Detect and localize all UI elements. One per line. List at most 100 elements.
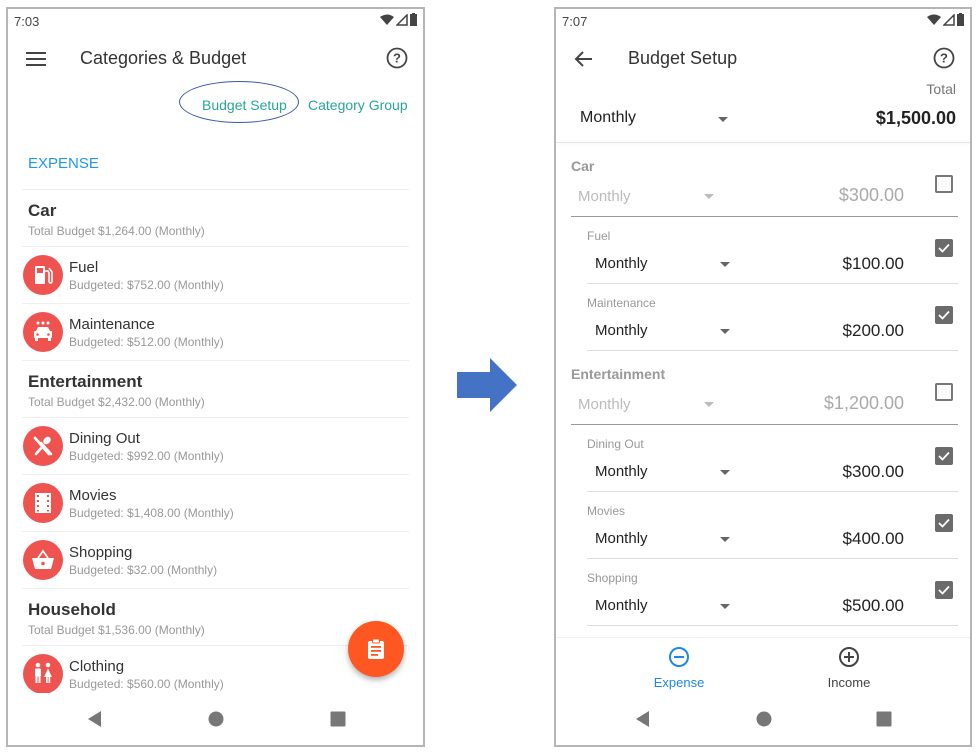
dropdown-arrow-icon[interactable] [704, 194, 714, 199]
item-checkbox[interactable] [935, 447, 953, 465]
group-period-select[interactable]: Monthly [578, 396, 631, 413]
check-icon [938, 585, 950, 595]
tab-expense[interactable]: Expense [634, 646, 724, 690]
category-row-shopping[interactable]: Shopping Budgeted: $32.00 (Monthly) [22, 531, 409, 588]
budget-group-car: Car Monthly $300.00 [556, 143, 970, 217]
status-bar: 7:07 [556, 9, 970, 35]
group-amount-input[interactable]: $1,200.00 [824, 393, 904, 414]
back-nav-icon[interactable] [635, 711, 651, 727]
dropdown-arrow-icon[interactable] [720, 470, 730, 475]
dropdown-arrow-icon[interactable] [718, 117, 728, 122]
add-budget-fab[interactable] [348, 621, 404, 677]
budget-item-shopping: Shopping Monthly $500.00 [556, 559, 970, 626]
categories-budget-screen: 7:03 Categories & Budget ? Budget Setup … [6, 7, 425, 747]
header-links: Budget Setup Category Group [8, 81, 423, 133]
group-amount-input[interactable]: $300.00 [839, 185, 904, 206]
item-checkbox[interactable] [935, 514, 953, 532]
item-amount-input[interactable]: $500.00 [843, 596, 904, 616]
svg-text:?: ? [940, 51, 948, 66]
category-budget: Budgeted: $560.00 (Monthly) [69, 676, 224, 691]
back-nav-icon[interactable] [87, 711, 103, 727]
utensils-icon [23, 426, 63, 466]
dropdown-arrow-icon[interactable] [720, 329, 730, 334]
dropdown-arrow-icon[interactable] [720, 604, 730, 609]
category-name: Clothing [69, 657, 125, 675]
item-period-select[interactable]: Monthly [595, 322, 648, 339]
status-bar: 7:03 [8, 9, 423, 35]
category-row-dining-out[interactable]: Dining Out Budgeted: $992.00 (Monthly) [22, 417, 409, 474]
category-name: Fuel [69, 258, 99, 276]
item-name: Maintenance [587, 296, 656, 310]
group-name: Entertainment [571, 366, 666, 382]
minus-circle-icon [669, 647, 689, 667]
budget-setup-link[interactable]: Budget Setup [202, 97, 287, 113]
recents-nav-icon[interactable] [876, 711, 892, 727]
film-icon [23, 483, 63, 523]
home-nav-icon[interactable] [756, 711, 772, 727]
period-select[interactable]: Monthly [580, 109, 636, 127]
check-icon [938, 243, 950, 253]
category-budget: Budgeted: $512.00 (Monthly) [69, 334, 224, 349]
item-checkbox[interactable] [935, 239, 953, 257]
signal-icon [396, 13, 408, 26]
people-icon [23, 654, 63, 694]
dropdown-arrow-icon[interactable] [704, 402, 714, 407]
item-name: Dining Out [587, 437, 644, 451]
app-bar: Categories & Budget ? [8, 35, 423, 83]
item-period-select[interactable]: Monthly [595, 255, 648, 272]
battery-icon [410, 13, 417, 26]
budget-item-fuel: Fuel Monthly $100.00 [556, 217, 970, 284]
help-icon[interactable]: ? [932, 46, 956, 70]
group-name: Entertainment [28, 372, 143, 391]
type-tabs: Expense Income [556, 637, 970, 693]
category-budget: Budgeted: $992.00 (Monthly) [69, 448, 224, 463]
tab-income[interactable]: Income [804, 646, 894, 690]
category-group-link[interactable]: Category Group [308, 97, 408, 113]
item-amount-input[interactable]: $200.00 [843, 321, 904, 341]
check-icon [938, 518, 950, 528]
item-amount-input[interactable]: $100.00 [843, 254, 904, 274]
item-amount-input[interactable]: $300.00 [843, 462, 904, 482]
category-name: Dining Out [69, 429, 140, 447]
dropdown-arrow-icon[interactable] [720, 262, 730, 267]
budget-item-movies: Movies Monthly $400.00 [556, 492, 970, 559]
group-row-car[interactable]: Car Total Budget $1,264.00 (Monthly) [22, 189, 409, 246]
group-period-select[interactable]: Monthly [578, 188, 631, 205]
group-checkbox[interactable] [935, 383, 953, 401]
dropdown-arrow-icon[interactable] [720, 537, 730, 542]
wifi-icon [380, 14, 394, 25]
item-period-select[interactable]: Monthly [595, 597, 648, 614]
category-row-movies[interactable]: Movies Budgeted: $1,408.00 (Monthly) [22, 474, 409, 531]
item-checkbox[interactable] [935, 581, 953, 599]
category-budget: Budgeted: $32.00 (Monthly) [69, 562, 218, 577]
item-amount-input[interactable]: $400.00 [843, 529, 904, 549]
back-arrow-icon[interactable] [572, 47, 596, 71]
total-label: Total [926, 81, 956, 97]
group-row-entertainment[interactable]: Entertainment Total Budget $2,432.00 (Mo… [22, 360, 409, 417]
item-period-select[interactable]: Monthly [595, 530, 648, 547]
svg-text:?: ? [393, 51, 401, 66]
status-time: 7:07 [562, 14, 588, 29]
page-title: Budget Setup [628, 48, 738, 68]
home-nav-icon[interactable] [208, 711, 224, 727]
system-nav-bar [556, 693, 970, 745]
budget-item-dining-out: Dining Out Monthly $300.00 [556, 425, 970, 492]
recents-nav-icon[interactable] [330, 711, 346, 727]
battery-icon [957, 13, 964, 26]
hamburger-menu-icon[interactable] [24, 47, 48, 71]
item-period-select[interactable]: Monthly [595, 463, 648, 480]
category-row-maintenance[interactable]: Maintenance Budgeted: $512.00 (Monthly) [22, 303, 409, 360]
item-checkbox[interactable] [935, 306, 953, 324]
budget-item-maintenance: Maintenance Monthly $200.00 [556, 284, 970, 351]
group-checkbox[interactable] [935, 175, 953, 193]
budget-group-entertainment: Entertainment Monthly $1,200.00 [556, 351, 970, 425]
group-name: Household [28, 600, 116, 619]
transition-arrow-icon [457, 358, 517, 412]
item-name: Shopping [587, 571, 638, 585]
item-name: Movies [587, 504, 626, 518]
category-name: Maintenance [69, 315, 155, 333]
help-icon[interactable]: ? [385, 46, 409, 70]
category-name: Shopping [69, 543, 133, 561]
category-row-fuel[interactable]: Fuel Budgeted: $752.00 (Monthly) [22, 246, 409, 303]
signal-icon [943, 13, 955, 26]
